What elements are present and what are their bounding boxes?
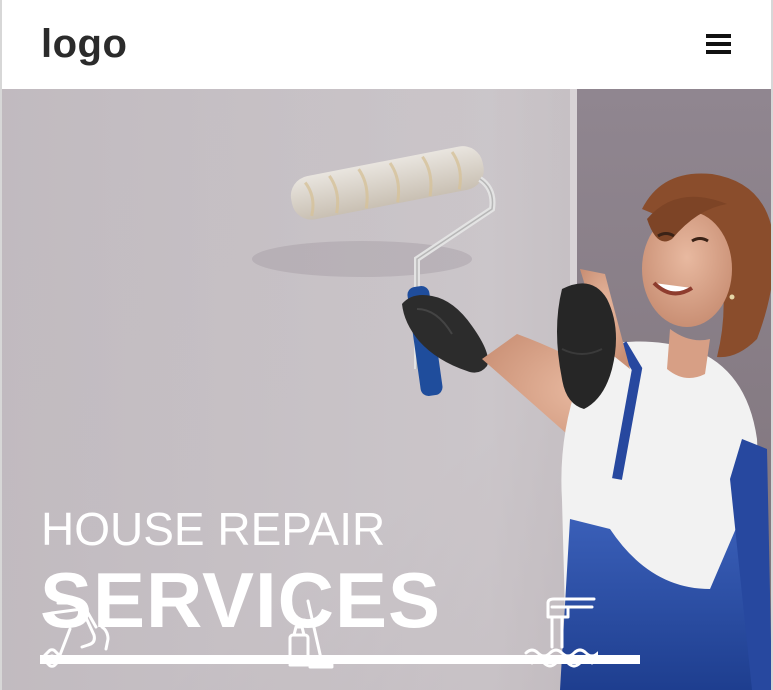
paint-roller-icon[interactable]	[40, 599, 116, 675]
hamburger-menu-icon[interactable]	[704, 31, 734, 57]
hero-title-line1: HOUSE REPAIR	[41, 503, 386, 555]
hero-banner: HOUSE REPAIR SERVICES	[2, 89, 771, 690]
plumbing-faucet-icon[interactable]	[522, 595, 598, 671]
page: logo HOUSE REPAIR SERVICES	[0, 0, 773, 690]
cleaning-supplies-icon[interactable]	[286, 599, 362, 675]
logo[interactable]: logo	[41, 20, 127, 68]
site-header: logo	[2, 0, 771, 89]
